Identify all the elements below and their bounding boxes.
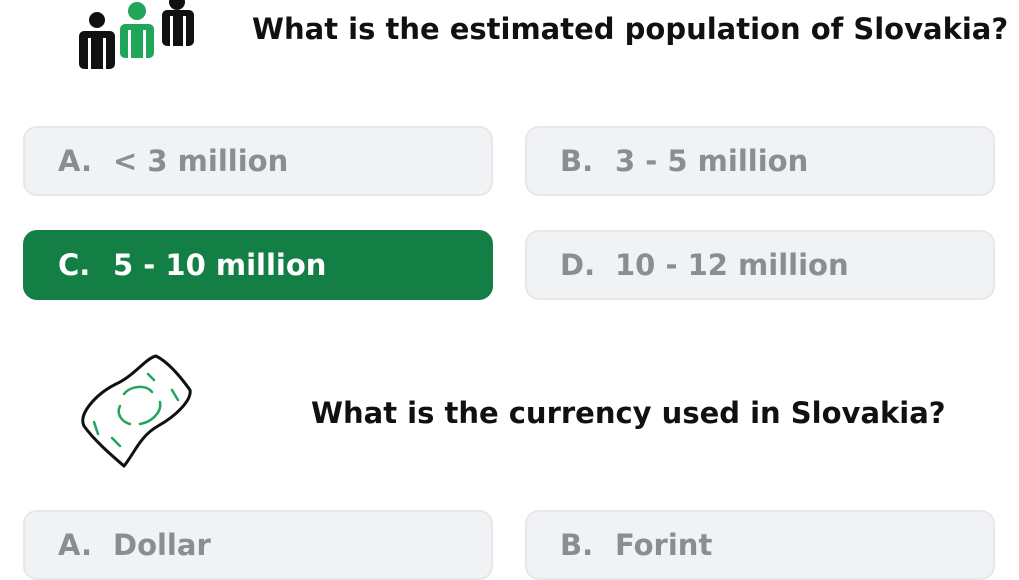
option-label: < 3 million [113, 144, 289, 178]
question-2-title: What is the currency used in Slovakia? [311, 396, 946, 430]
option-label: Forint [615, 528, 713, 562]
option-letter: C. [58, 248, 91, 282]
q1-option-a[interactable]: A. < 3 million [23, 126, 493, 196]
option-letter: A. [58, 144, 92, 178]
people-icon [76, 0, 200, 70]
banknote-icon [76, 350, 198, 472]
option-letter: B. [560, 528, 594, 562]
option-letter: D. [560, 248, 596, 282]
question-1-title: What is the estimated population of Slov… [252, 12, 1009, 46]
option-label: 3 - 5 million [615, 144, 809, 178]
option-label: Dollar [113, 528, 211, 562]
q1-option-d[interactable]: D. 10 - 12 million [525, 230, 995, 300]
option-letter: A. [58, 528, 92, 562]
q1-option-b[interactable]: B. 3 - 5 million [525, 126, 995, 196]
option-label: 5 - 10 million [113, 248, 327, 282]
option-label: 10 - 12 million [615, 248, 849, 282]
option-letter: B. [560, 144, 594, 178]
q1-option-c[interactable]: C. 5 - 10 million [23, 230, 493, 300]
